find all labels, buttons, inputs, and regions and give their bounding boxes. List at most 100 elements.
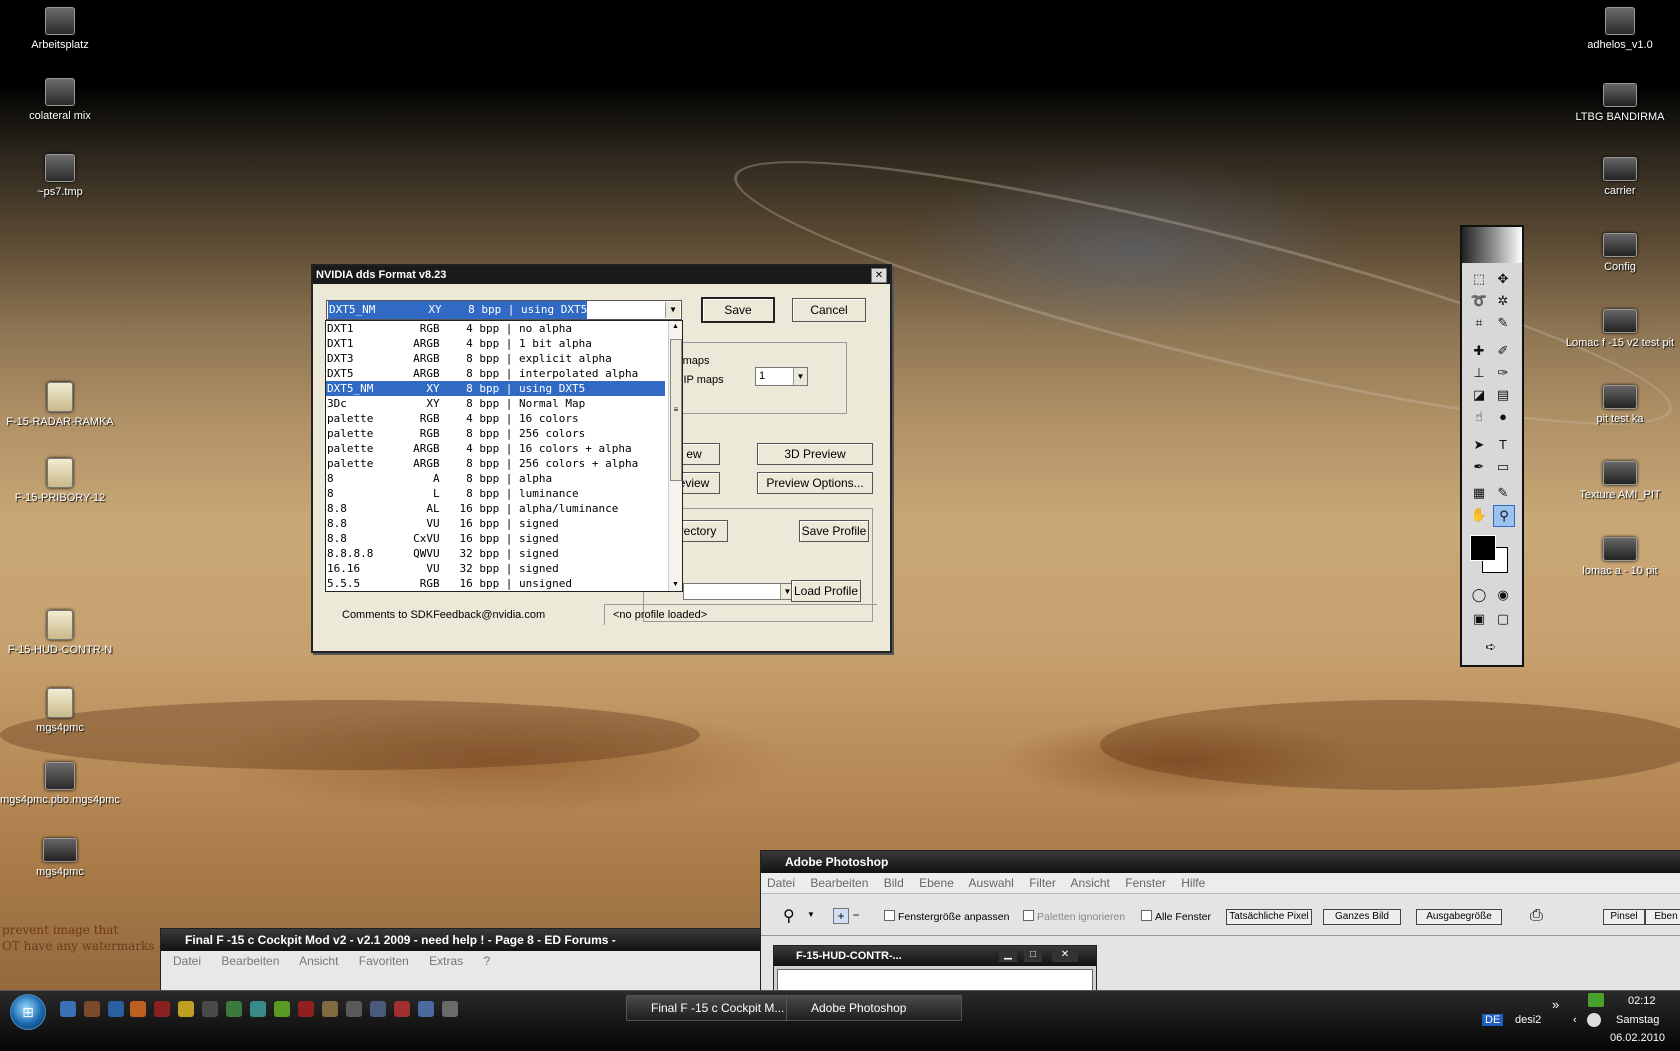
quicklaunch-icon[interactable] [442,1001,458,1017]
clock-time[interactable]: 02:12 [1628,995,1656,1007]
ps-menu-datei[interactable]: Datei [767,876,795,890]
all-windows-checkbox[interactable]: Alle Fenster [1141,910,1211,923]
quicklaunch-icon[interactable] [322,1001,338,1017]
print-size-button[interactable]: Ausgabegröße [1416,909,1502,925]
magic-wand-icon[interactable]: ✲ [1493,291,1513,311]
fit-window-checkbox[interactable]: Fenstergröße anpassen [884,910,1009,923]
task-photoshop[interactable]: Adobe Photoshop [786,995,962,1021]
scrollbar[interactable]: ▲ ≡ ▼ [668,321,682,591]
tab-brushes[interactable]: Pinsel [1603,909,1645,925]
move-tool-icon[interactable]: ✥ [1493,269,1513,289]
ps-menu-ansicht[interactable]: Ansicht [1071,876,1110,890]
format-option[interactable]: DXT5_NM XY 8 bpp | using DXT5 [326,381,665,396]
zoom-icon[interactable]: ⚲ [783,906,795,926]
brush-tool-icon[interactable]: ✐ [1493,341,1513,361]
preview-options-button[interactable]: Preview Options... [757,472,873,494]
mip-count-select[interactable]: 1 ▼ [755,367,808,386]
foreground-color-swatch[interactable] [1470,535,1496,561]
format-option[interactable]: DXT3 ARGB 8 bpp | explicit alpha [326,351,665,366]
desktop-icon[interactable]: mgs4pmc [0,688,120,734]
quicklaunch-icon[interactable] [418,1001,434,1017]
desktop-icon[interactable]: lomac a - 10 pit [1560,537,1680,577]
smudge-tool-icon[interactable]: ☝ [1469,407,1489,427]
format-option[interactable]: palette ARGB 8 bpp | 256 colors + alpha [326,456,665,471]
desktop-icon[interactable]: F-15-HUD-CONTR-N [0,610,120,656]
ps-menu-bild[interactable]: Bild [884,876,904,890]
quicklaunch-icon[interactable] [346,1001,362,1017]
zoom-in-icon[interactable]: + [833,908,849,924]
desktop-icon[interactable]: LTBG BANDIRMA [1560,83,1680,123]
menu-help[interactable]: ? [484,954,491,968]
quicklaunch-icon[interactable] [274,1001,290,1017]
fit-on-screen-button[interactable]: Ganzes Bild [1323,909,1401,925]
dodge-tool-icon[interactable]: ● [1493,407,1513,427]
standard-mode-icon[interactable]: ◯ [1469,585,1489,605]
ps-menu-filter[interactable]: Filter [1029,876,1056,890]
format-option[interactable]: 8.8 VU 16 bpp | signed [326,516,665,531]
format-option[interactable]: 8.8 AL 16 bpp | alpha/luminance [326,501,665,516]
desktop-icon[interactable]: Texture AMI_PIT [1560,461,1680,501]
desktop-icon[interactable]: carrier [1560,157,1680,197]
profile-select[interactable]: ▼ [683,583,795,600]
zoom-tool-icon[interactable]: ⚲ [1493,505,1515,527]
chevron-down-icon[interactable]: ▼ [807,910,815,919]
format-option[interactable]: 8.8 CxVU 16 bpp | signed [326,531,665,546]
close-icon[interactable]: ✕ [871,268,887,283]
ps-menu-hilfe[interactable]: Hilfe [1181,876,1205,890]
path-select-icon[interactable]: ➤ [1469,435,1489,455]
ps-menu-ebene[interactable]: Ebene [919,876,954,890]
save-button[interactable]: Save [701,297,775,323]
quicklaunch-icon[interactable] [108,1001,124,1017]
screen-mode-icon[interactable]: ▣ [1469,609,1489,629]
history-brush-icon[interactable]: ✑ [1493,363,1513,383]
format-option[interactable]: 8 A 8 bpp | alpha [326,471,665,486]
tray-arrow-icon[interactable]: ‹ [1573,1014,1577,1026]
notes-tool-icon[interactable]: ▦ [1469,483,1489,503]
format-option[interactable]: 8.8.8.8 QWVU 32 bpp | signed [326,546,665,561]
quicklaunch-icon[interactable] [370,1001,386,1017]
format-option[interactable]: palette RGB 8 bpp | 256 colors [326,426,665,441]
desktop-icon[interactable]: Arbeitsplatz [0,7,120,51]
load-profile-button[interactable]: Load Profile [791,580,861,602]
format-option[interactable]: 8 L 8 bpp | luminance [326,486,665,501]
quicklaunch-icon[interactable] [202,1001,218,1017]
imageready-jump-icon[interactable]: ➪ [1481,637,1501,657]
format-combobox[interactable]: DXT5_NM XY 8 bpp | using DXT5 ▼ [326,300,682,320]
format-option[interactable]: palette RGB 4 bpp | 16 colors [326,411,665,426]
scrollbar-thumb[interactable]: ≡ [670,339,682,481]
lasso-tool-icon[interactable]: ➰ [1469,291,1489,311]
format-option[interactable]: 5.5.5 RGB 16 bpp | unsigned [326,576,665,591]
quicklaunch-icon[interactable] [226,1001,242,1017]
eraser-tool-icon[interactable]: ◪ [1469,385,1489,405]
desktop-icon[interactable]: ~ps7.tmp [0,154,120,198]
volume-icon[interactable] [1587,1013,1601,1027]
format-option[interactable]: DXT1 RGB 4 bpp | no alpha [326,321,665,336]
slice-tool-icon[interactable]: ✎ [1493,313,1513,333]
scroll-up-icon[interactable]: ▲ [669,321,682,333]
fullscreen-mode-icon[interactable]: ▢ [1493,609,1513,629]
menu-bearbeiten[interactable]: Bearbeiten [221,954,279,968]
ps-menu-bearbeiten[interactable]: Bearbeiten [810,876,868,890]
tray-overflow-icon[interactable]: » [1552,997,1559,1012]
quicklaunch-icon[interactable] [178,1001,194,1017]
format-option[interactable]: 16.16 VU 32 bpp | signed [326,561,665,576]
ps-menu-auswahl[interactable]: Auswahl [968,876,1013,890]
crop-tool-icon[interactable]: ⌗ [1469,313,1489,333]
quickmask-mode-icon[interactable]: ◉ [1493,585,1513,605]
3d-preview-button[interactable]: 3D Preview [757,443,873,465]
start-button[interactable]: ⊞ [10,994,46,1030]
desktop-icon[interactable]: Lomac f -15 v2 test pit [1560,309,1680,349]
zoom-out-icon[interactable]: − [849,908,863,922]
stamp-tool-icon[interactable]: ⊥ [1469,363,1489,383]
ps-menu-fenster[interactable]: Fenster [1125,876,1166,890]
marquee-tool-icon[interactable]: ⬚ [1469,269,1489,289]
format-option[interactable]: DXT1 ARGB 4 bpp | 1 bit alpha [326,336,665,351]
menu-favoriten[interactable]: Favoriten [359,954,409,968]
desktop-icon[interactable]: Config [1560,233,1680,273]
quicklaunch-icon[interactable] [250,1001,266,1017]
quicklaunch-icon[interactable] [130,1001,146,1017]
hand-tool-icon[interactable]: ✋ [1469,505,1489,525]
scroll-down-icon[interactable]: ▼ [669,579,682,591]
desktop-icon[interactable]: mgs4pmc [0,838,120,878]
menu-extras[interactable]: Extras [429,954,463,968]
